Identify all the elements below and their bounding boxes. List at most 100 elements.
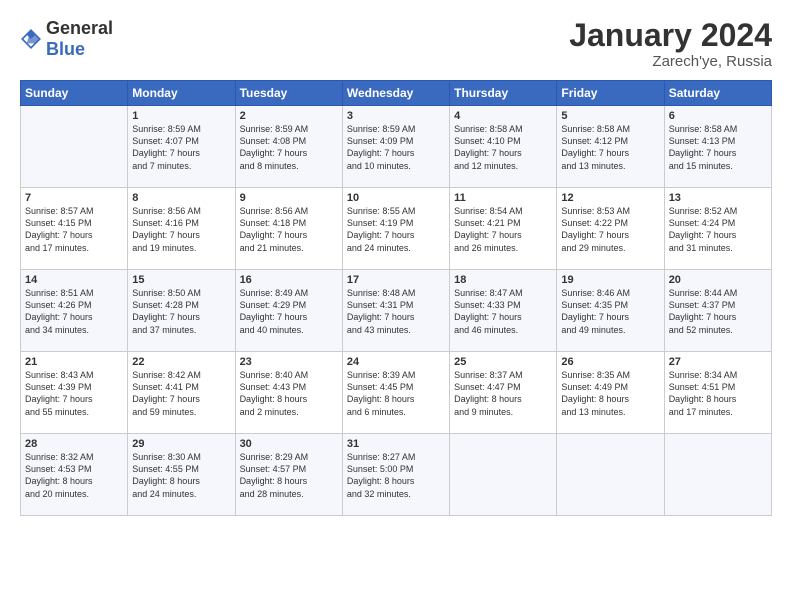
day-number: 18 (454, 274, 552, 286)
cell-content: Sunrise: 8:27 AM Sunset: 5:00 PM Dayligh… (347, 451, 445, 500)
day-number: 8 (132, 192, 230, 204)
header-cell-friday: Friday (557, 81, 664, 106)
cell-content: Sunrise: 8:39 AM Sunset: 4:45 PM Dayligh… (347, 369, 445, 418)
week-row-2: 7Sunrise: 8:57 AM Sunset: 4:15 PM Daylig… (21, 188, 772, 270)
calendar-cell (450, 434, 557, 516)
calendar-cell: 20Sunrise: 8:44 AM Sunset: 4:37 PM Dayli… (664, 270, 771, 352)
calendar-cell: 3Sunrise: 8:59 AM Sunset: 4:09 PM Daylig… (342, 106, 449, 188)
week-row-5: 28Sunrise: 8:32 AM Sunset: 4:53 PM Dayli… (21, 434, 772, 516)
cell-content: Sunrise: 8:59 AM Sunset: 4:08 PM Dayligh… (240, 123, 338, 172)
calendar-cell: 9Sunrise: 8:56 AM Sunset: 4:18 PM Daylig… (235, 188, 342, 270)
day-number: 7 (25, 192, 123, 204)
day-number: 21 (25, 356, 123, 368)
cell-content: Sunrise: 8:56 AM Sunset: 4:16 PM Dayligh… (132, 205, 230, 254)
week-row-4: 21Sunrise: 8:43 AM Sunset: 4:39 PM Dayli… (21, 352, 772, 434)
calendar-cell: 11Sunrise: 8:54 AM Sunset: 4:21 PM Dayli… (450, 188, 557, 270)
day-number: 27 (669, 356, 767, 368)
calendar-cell: 23Sunrise: 8:40 AM Sunset: 4:43 PM Dayli… (235, 352, 342, 434)
day-number: 19 (561, 274, 659, 286)
day-number: 4 (454, 110, 552, 122)
cell-content: Sunrise: 8:49 AM Sunset: 4:29 PM Dayligh… (240, 287, 338, 336)
calendar-cell: 2Sunrise: 8:59 AM Sunset: 4:08 PM Daylig… (235, 106, 342, 188)
cell-content: Sunrise: 8:59 AM Sunset: 4:09 PM Dayligh… (347, 123, 445, 172)
cell-content: Sunrise: 8:58 AM Sunset: 4:13 PM Dayligh… (669, 123, 767, 172)
cell-content: Sunrise: 8:32 AM Sunset: 4:53 PM Dayligh… (25, 451, 123, 500)
header-cell-monday: Monday (128, 81, 235, 106)
header-cell-sunday: Sunday (21, 81, 128, 106)
day-number: 25 (454, 356, 552, 368)
cell-content: Sunrise: 8:40 AM Sunset: 4:43 PM Dayligh… (240, 369, 338, 418)
header-cell-saturday: Saturday (664, 81, 771, 106)
page: General Blue January 2024 Zarech'ye, Rus… (0, 0, 792, 612)
calendar-body: 1Sunrise: 8:59 AM Sunset: 4:07 PM Daylig… (21, 106, 772, 516)
calendar-cell: 24Sunrise: 8:39 AM Sunset: 4:45 PM Dayli… (342, 352, 449, 434)
header-cell-tuesday: Tuesday (235, 81, 342, 106)
cell-content: Sunrise: 8:47 AM Sunset: 4:33 PM Dayligh… (454, 287, 552, 336)
day-number: 9 (240, 192, 338, 204)
day-number: 6 (669, 110, 767, 122)
day-number: 13 (669, 192, 767, 204)
day-number: 2 (240, 110, 338, 122)
calendar-cell: 7Sunrise: 8:57 AM Sunset: 4:15 PM Daylig… (21, 188, 128, 270)
cell-content: Sunrise: 8:29 AM Sunset: 4:57 PM Dayligh… (240, 451, 338, 500)
cell-content: Sunrise: 8:34 AM Sunset: 4:51 PM Dayligh… (669, 369, 767, 418)
cell-content: Sunrise: 8:52 AM Sunset: 4:24 PM Dayligh… (669, 205, 767, 254)
day-number: 16 (240, 274, 338, 286)
day-number: 30 (240, 438, 338, 450)
calendar-cell: 25Sunrise: 8:37 AM Sunset: 4:47 PM Dayli… (450, 352, 557, 434)
calendar-cell: 21Sunrise: 8:43 AM Sunset: 4:39 PM Dayli… (21, 352, 128, 434)
calendar-cell: 6Sunrise: 8:58 AM Sunset: 4:13 PM Daylig… (664, 106, 771, 188)
day-number: 28 (25, 438, 123, 450)
day-number: 26 (561, 356, 659, 368)
title-block: January 2024 Zarech'ye, Russia (569, 18, 772, 70)
day-number: 29 (132, 438, 230, 450)
calendar-table: SundayMondayTuesdayWednesdayThursdayFrid… (20, 80, 772, 516)
calendar-cell: 5Sunrise: 8:58 AM Sunset: 4:12 PM Daylig… (557, 106, 664, 188)
cell-content: Sunrise: 8:43 AM Sunset: 4:39 PM Dayligh… (25, 369, 123, 418)
cell-content: Sunrise: 8:55 AM Sunset: 4:19 PM Dayligh… (347, 205, 445, 254)
calendar-cell: 27Sunrise: 8:34 AM Sunset: 4:51 PM Dayli… (664, 352, 771, 434)
day-number: 15 (132, 274, 230, 286)
calendar-cell: 15Sunrise: 8:50 AM Sunset: 4:28 PM Dayli… (128, 270, 235, 352)
day-number: 31 (347, 438, 445, 450)
day-number: 5 (561, 110, 659, 122)
calendar-cell: 26Sunrise: 8:35 AM Sunset: 4:49 PM Dayli… (557, 352, 664, 434)
day-number: 17 (347, 274, 445, 286)
cell-content: Sunrise: 8:57 AM Sunset: 4:15 PM Dayligh… (25, 205, 123, 254)
calendar-cell (664, 434, 771, 516)
day-number: 11 (454, 192, 552, 204)
header-row: SundayMondayTuesdayWednesdayThursdayFrid… (21, 81, 772, 106)
day-number: 22 (132, 356, 230, 368)
day-number: 12 (561, 192, 659, 204)
calendar-cell: 10Sunrise: 8:55 AM Sunset: 4:19 PM Dayli… (342, 188, 449, 270)
calendar-cell: 17Sunrise: 8:48 AM Sunset: 4:31 PM Dayli… (342, 270, 449, 352)
cell-content: Sunrise: 8:46 AM Sunset: 4:35 PM Dayligh… (561, 287, 659, 336)
day-number: 3 (347, 110, 445, 122)
calendar-cell: 28Sunrise: 8:32 AM Sunset: 4:53 PM Dayli… (21, 434, 128, 516)
calendar-cell: 31Sunrise: 8:27 AM Sunset: 5:00 PM Dayli… (342, 434, 449, 516)
cell-content: Sunrise: 8:42 AM Sunset: 4:41 PM Dayligh… (132, 369, 230, 418)
day-number: 1 (132, 110, 230, 122)
cell-content: Sunrise: 8:50 AM Sunset: 4:28 PM Dayligh… (132, 287, 230, 336)
calendar-cell: 12Sunrise: 8:53 AM Sunset: 4:22 PM Dayli… (557, 188, 664, 270)
day-number: 20 (669, 274, 767, 286)
week-row-3: 14Sunrise: 8:51 AM Sunset: 4:26 PM Dayli… (21, 270, 772, 352)
day-number: 10 (347, 192, 445, 204)
cell-content: Sunrise: 8:58 AM Sunset: 4:10 PM Dayligh… (454, 123, 552, 172)
logo-blue: Blue (46, 39, 85, 59)
calendar-cell: 4Sunrise: 8:58 AM Sunset: 4:10 PM Daylig… (450, 106, 557, 188)
calendar-cell: 19Sunrise: 8:46 AM Sunset: 4:35 PM Dayli… (557, 270, 664, 352)
calendar-cell (557, 434, 664, 516)
day-number: 23 (240, 356, 338, 368)
cell-content: Sunrise: 8:35 AM Sunset: 4:49 PM Dayligh… (561, 369, 659, 418)
header: General Blue January 2024 Zarech'ye, Rus… (20, 18, 772, 70)
location-title: Zarech'ye, Russia (569, 53, 772, 70)
calendar-cell (21, 106, 128, 188)
header-cell-thursday: Thursday (450, 81, 557, 106)
cell-content: Sunrise: 8:51 AM Sunset: 4:26 PM Dayligh… (25, 287, 123, 336)
logo-text: General Blue (46, 18, 113, 60)
logo-icon (20, 28, 42, 50)
cell-content: Sunrise: 8:53 AM Sunset: 4:22 PM Dayligh… (561, 205, 659, 254)
cell-content: Sunrise: 8:30 AM Sunset: 4:55 PM Dayligh… (132, 451, 230, 500)
cell-content: Sunrise: 8:37 AM Sunset: 4:47 PM Dayligh… (454, 369, 552, 418)
